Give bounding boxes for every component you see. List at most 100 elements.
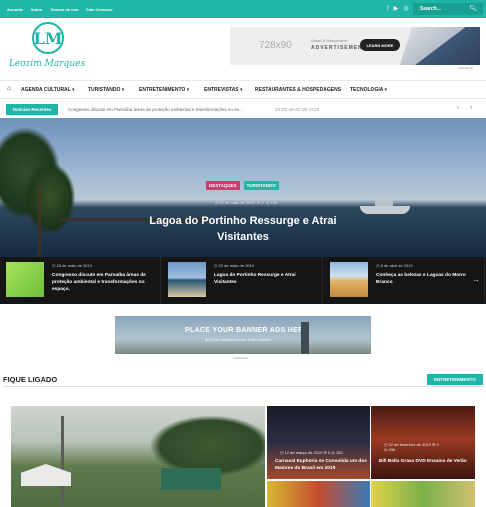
slider-date-text: 22 de maio de 2019 — [218, 263, 254, 268]
logo-name: Leozim Marques — [8, 59, 86, 69]
banner-caption: publicidade — [233, 356, 249, 360]
chevron-down-icon: ▾ — [121, 87, 125, 93]
post-tile[interactable] — [371, 481, 475, 507]
page: Anuncie Sobre Termos de uso Fale Conosco… — [0, 0, 486, 507]
chevron-down-icon: ▾ — [384, 87, 388, 93]
ticker-headline[interactable]: Congresso discute em Parnaíba áreas de p… — [68, 107, 243, 112]
nav-item-label: RESTAURANTES & HOSPEDAGENS — [255, 87, 342, 93]
tile-views: 290 — [388, 447, 396, 452]
banner-headline: PLACE YOUR BANNER ADS HERE — [185, 327, 309, 334]
eye-icon: ◎ — [265, 200, 270, 205]
header-ad[interactable]: 728x90 Smart & Responsive ADVERTISEMENT … — [230, 27, 480, 65]
slider-title: Congresso discute em Parnaíba áreas de p… — [52, 273, 146, 292]
nav-item-label: AGENDA CULTURAL — [21, 87, 71, 93]
tile-comments: 0 — [436, 442, 439, 447]
tile-title: Carnaval Euphoria se Consolida um dos Ma… — [275, 459, 367, 471]
slider-thumb — [330, 262, 368, 297]
post-tile[interactable]: ◷ 12 de março de 2019 ✉ 0 ◎ 100 Carnaval… — [267, 406, 370, 479]
slider-thumb — [168, 262, 206, 297]
ad-smart-text: Smart & Responsive — [311, 38, 348, 43]
top-link-contato[interactable]: Fale Conosco — [86, 7, 112, 12]
top-link-termos[interactable]: Termos de uso — [50, 7, 78, 12]
ticker-next-icon[interactable]: › — [470, 105, 472, 111]
nav-item-entretenimento[interactable]: ENTRETENIMENTO ▾ — [139, 87, 189, 93]
slider-thumb — [6, 262, 44, 297]
banner-ad[interactable]: PLACE YOUR BANNER ADS HERE get your prod… — [115, 316, 371, 354]
nav-item-label: TECNOLOGIA — [350, 87, 384, 93]
slider-strip: ◷ 23 de maio de 2019 Congresso discute e… — [0, 257, 486, 303]
hero-date: 22 de maio de 2019 — [219, 200, 255, 205]
tile-views: 100 — [335, 450, 343, 455]
top-link-anuncie[interactable]: Anuncie — [7, 7, 23, 12]
tag-turistando[interactable]: TURISTANDO — [243, 181, 279, 190]
nav-item-label: ENTRETENIMENTO — [139, 87, 186, 93]
facebook-icon[interactable]: f — [387, 5, 389, 13]
hero-meta: ◷ 22 de maio de 2019 ✉ 2 ◎ 134 — [196, 200, 296, 205]
banner-subline: get your product known in the market — [205, 337, 271, 342]
nav-item-entrevistas[interactable]: ENTREVISTAS ▾ — [204, 87, 243, 93]
ticker-date: 23 DE MAIO DE 2019 — [275, 107, 320, 112]
news-ticker: Notícias Recentes Congresso discute em P… — [0, 101, 486, 118]
chevron-down-icon: ▾ — [72, 87, 75, 93]
slider-date: ◷ 8 de abril de 2019 — [376, 263, 413, 268]
top-link-sobre[interactable]: Sobre — [31, 7, 42, 12]
post-tile[interactable]: ◷ 22 de fevereiro de 2019 ✉ 0 ◎ 290 Bill … — [371, 406, 475, 479]
home-icon[interactable]: ⌂ — [7, 85, 11, 92]
comment-icon: ✉ — [256, 200, 261, 205]
nav-item-turistando[interactable]: TURISTANDO ▾ — [88, 87, 124, 93]
ad-advertisement-text: ADVERTISEMENT — [311, 45, 367, 51]
section-title: FIQUE LIGADO — [3, 375, 58, 384]
hero-comments: 2 — [261, 200, 264, 205]
banner-tower-image — [301, 322, 309, 354]
site-logo[interactable]: LM Leozim Marques — [6, 22, 88, 74]
search-icon[interactable]: 🔍︎ — [469, 5, 477, 12]
tile-meta: ◷ 22 de fevereiro de 2019 ✉ 0 ◎ 290 — [384, 442, 439, 452]
chevron-down-icon: ▾ — [240, 87, 243, 93]
featured-image-truck — [161, 468, 221, 490]
instagram-icon[interactable]: ◎ — [403, 5, 408, 13]
slider-date: ◷ 23 de maio de 2019 — [52, 263, 92, 268]
slider-card[interactable]: ◷ 8 de abril de 2019 Conheça as belezas … — [324, 257, 485, 303]
tile-date: 12 de março de 2019 — [284, 450, 323, 455]
featured-image-pole — [61, 416, 64, 506]
nav-item-restaurantes[interactable]: RESTAURANTES & HOSPEDAGENS — [255, 87, 341, 93]
youtube-icon[interactable]: ▶ — [394, 5, 399, 13]
slider-card[interactable]: ◷ 23 de maio de 2019 Congresso discute e… — [0, 257, 161, 303]
slider-title: Conheça as belezas e Lagoas do Morro Bra… — [376, 273, 466, 285]
slider-card[interactable]: ◷ 22 de maio de 2019 Lagoa do Portinho R… — [162, 257, 323, 303]
slider-date-text: 23 de maio de 2019 — [56, 263, 92, 268]
tile-title: Bill Bella Grava DVD Ensaios de Verão — [379, 459, 467, 464]
logo-mark-text: LM — [33, 28, 63, 48]
hero-title[interactable]: Lagoa do Portinho Ressurge e Atrai Visit… — [140, 213, 346, 245]
slider-title: Lagoa do Portinho Ressurge e Atrai Visit… — [214, 273, 296, 285]
clock-icon: ◷ — [214, 200, 219, 205]
main-nav: ⌂ AGENDA CULTURAL ▾ TURISTANDO ▾ ENTRETE… — [0, 80, 486, 99]
ad-size: 728x90 — [259, 40, 292, 51]
social-links: f ▶ ◎ — [387, 5, 409, 13]
slider-next-icon[interactable]: → — [472, 275, 480, 284]
section-category-button[interactable]: ENTRETENIMENTO — [427, 374, 483, 385]
search-input[interactable]: Search... 🔍︎ — [413, 3, 483, 15]
ad-caption: publicidade — [458, 66, 474, 70]
tile-comments: 0 — [328, 450, 331, 455]
nav-item-agenda-cultural[interactable]: AGENDA CULTURAL ▾ — [21, 87, 75, 93]
logo-mark: LM — [32, 22, 64, 54]
nav-item-tecnologia[interactable]: TECNOLOGIA ▾ — [350, 87, 387, 93]
featured-image-tree — [151, 416, 265, 476]
ticker-prev-icon[interactable]: ‹ — [457, 105, 459, 111]
ad-device-image — [398, 27, 480, 65]
top-bar: Anuncie Sobre Termos de uso Fale Conosco… — [0, 0, 486, 18]
ticker-label: Notícias Recentes — [6, 104, 58, 115]
slider-date: ◷ 22 de maio de 2019 — [214, 263, 254, 268]
featured-post-image[interactable] — [11, 406, 265, 507]
tile-meta: ◷ 12 de março de 2019 ✉ 0 ◎ 100 — [280, 450, 343, 455]
tag-destaques[interactable]: DESTAQUES — [206, 181, 240, 190]
section-divider — [3, 386, 483, 387]
chevron-down-icon: ▾ — [186, 87, 190, 93]
post-tile[interactable] — [267, 481, 370, 507]
learn-more-button[interactable]: LEARN MORE — [360, 39, 400, 51]
search-placeholder: Search... — [420, 6, 441, 12]
hero-tags: DESTAQUES TURISTANDO — [206, 181, 279, 190]
slider-date-text: 8 de abril de 2019 — [380, 263, 413, 268]
hero-views: 134 — [270, 200, 278, 205]
